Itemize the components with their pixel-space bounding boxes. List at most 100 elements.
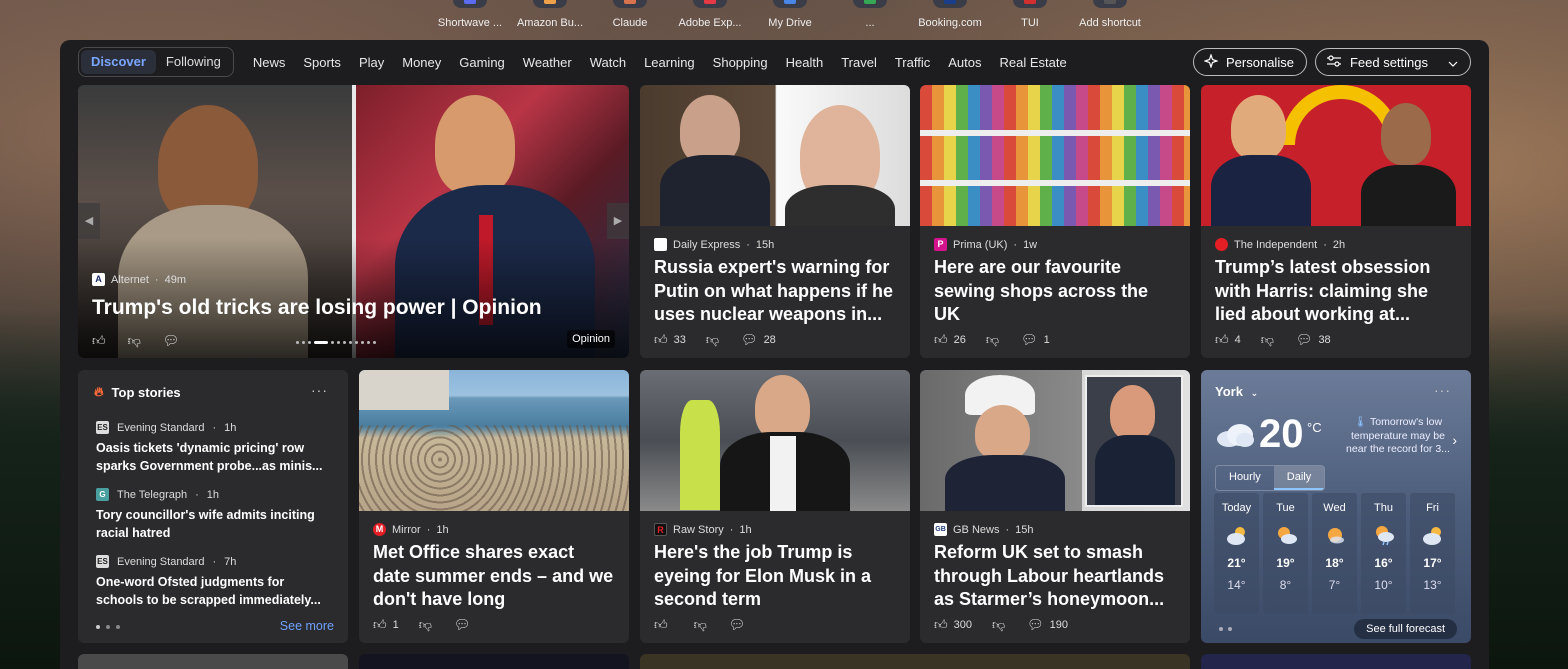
article-title[interactable]: Here's the job Trump is eyeing for Elon … — [654, 541, 896, 612]
like-icon[interactable]: 👍︎ — [934, 617, 948, 633]
story-item[interactable]: ES Evening Standard · 1h Oasis tickets 'dyn… — [96, 421, 330, 475]
news-card-partial[interactable] — [359, 654, 629, 669]
story-title[interactable]: Tory councillor's wife admits inciting r… — [96, 506, 330, 542]
personalise-button[interactable]: Personalise — [1193, 48, 1307, 76]
shortcuts-bar: Shortwave ... Amazon Bu... Claude Adobe … — [430, 0, 1150, 36]
shortcut-claude[interactable]: Claude — [590, 0, 670, 36]
dislike-icon[interactable]: 👎︎ — [419, 617, 432, 633]
nav-item-travel[interactable]: Travel — [841, 55, 877, 70]
news-card[interactable]: P Prima (UK) · 1w Here are our favourite… — [920, 85, 1190, 358]
tab-hourly[interactable]: Hourly — [1216, 466, 1274, 490]
dislike-icon[interactable]: 👎︎ — [986, 332, 999, 348]
shortcut-my-drive[interactable]: My Drive — [750, 0, 830, 36]
weather-location[interactable]: York ⌄ — [1215, 384, 1258, 399]
comment-icon[interactable]: 💬︎ — [454, 617, 471, 633]
news-card[interactable]: GB GB News · 15h Reform UK set to smash … — [920, 370, 1190, 643]
nav-item-real-estate[interactable]: Real Estate — [1000, 55, 1067, 70]
nav-item-shopping[interactable]: Shopping — [713, 55, 768, 70]
news-card[interactable]: The Independent · 2h Trump’s latest obse… — [1201, 85, 1471, 358]
comment-icon[interactable]: 💬︎ — [729, 617, 746, 633]
forecast-day[interactable]: Tue 19° 8° — [1263, 493, 1308, 614]
carousel-dots[interactable] — [296, 341, 376, 344]
tab-daily[interactable]: Daily — [1273, 466, 1325, 490]
news-card-partial[interactable] — [78, 654, 348, 669]
hero-title[interactable]: Trump's old tricks are losing power | Op… — [92, 295, 615, 321]
shortcut-adobe[interactable]: Adobe Exp... — [670, 0, 750, 36]
forecast-day[interactable]: Thu 16° 10° — [1361, 493, 1406, 614]
stories-page-dots[interactable] — [96, 625, 120, 629]
article-title[interactable]: Here are our favourite sewing shops acro… — [934, 256, 1176, 327]
story-title[interactable]: One-word Ofsted judgments for schools to… — [96, 573, 330, 609]
sun-cloud-icon — [1274, 524, 1298, 546]
category-nav: News Sports Play Money Gaming Weather Wa… — [244, 55, 1076, 70]
weather-card[interactable]: York ⌄ ··· 20 °C 🌡︎ Tomorrow's low tempe… — [1201, 370, 1471, 643]
nav-item-money[interactable]: Money — [402, 55, 441, 70]
news-card[interactable]: M Mirror · 1h Met Office shares exact da… — [359, 370, 629, 643]
sun-rain-icon — [1372, 524, 1396, 546]
comment-icon[interactable]: 💬︎ — [163, 333, 180, 349]
more-options-icon[interactable]: ··· — [1434, 382, 1451, 398]
forecast-day[interactable]: Wed 18° 7° — [1312, 493, 1357, 614]
nav-item-news[interactable]: News — [253, 55, 286, 70]
dislike-icon[interactable]: 👎︎ — [694, 617, 707, 633]
nav-item-play[interactable]: Play — [359, 55, 384, 70]
forecast-day[interactable]: Fri 17° 13° — [1410, 493, 1455, 614]
hero-carousel-card[interactable]: ◀ ▶ A Alternet · 49m Trump's old tricks … — [78, 85, 629, 358]
shortcut-booking[interactable]: Booking.com — [910, 0, 990, 36]
high-temp: 19° — [1276, 556, 1295, 570]
nav-item-gaming[interactable]: Gaming — [459, 55, 505, 70]
comment-icon[interactable]: 💬︎ — [1027, 617, 1044, 633]
like-icon[interactable]: 👍︎ — [934, 332, 948, 348]
news-card-partial[interactable] — [1201, 654, 1471, 669]
forecast-day[interactable]: Today 21° 14° — [1214, 493, 1259, 614]
like-icon[interactable]: 👍︎ — [654, 332, 668, 348]
shortcut-shortwave[interactable]: Shortwave ... — [430, 0, 510, 36]
nav-item-health[interactable]: Health — [786, 55, 824, 70]
tab-following[interactable]: Following — [156, 50, 231, 74]
tab-discover[interactable]: Discover — [81, 50, 156, 74]
more-options-icon[interactable]: ··· — [311, 382, 328, 398]
news-card[interactable]: Daily Express · 15h Russia expert's warn… — [640, 85, 910, 358]
article-title[interactable]: Met Office shares exact date summer ends… — [373, 541, 615, 612]
comment-icon[interactable]: 💬︎ — [1021, 332, 1038, 348]
nav-item-sports[interactable]: Sports — [303, 55, 341, 70]
nav-item-traffic[interactable]: Traffic — [895, 55, 930, 70]
article-age: 2h — [1332, 238, 1346, 251]
article-title[interactable]: Russia expert's warning for Putin on wha… — [654, 256, 896, 327]
like-icon[interactable]: 👍︎ — [373, 617, 387, 633]
add-shortcut-button[interactable]: Add shortcut — [1070, 0, 1150, 36]
article-age: 1w — [1023, 238, 1038, 251]
story-title[interactable]: Oasis tickets 'dynamic pricing' row spar… — [96, 439, 330, 475]
shortcut-unnamed[interactable]: ... — [830, 0, 910, 36]
nav-item-watch[interactable]: Watch — [590, 55, 626, 70]
like-icon[interactable]: 👍︎ — [92, 333, 106, 349]
see-full-forecast-button[interactable]: See full forecast — [1354, 619, 1457, 639]
dislike-icon[interactable]: 👎︎ — [992, 617, 1005, 633]
comment-icon[interactable]: 💬︎ — [741, 332, 758, 348]
weather-page-dots[interactable] — [1219, 627, 1232, 631]
article-title[interactable]: Reform UK set to smash through Labour he… — [934, 541, 1176, 612]
like-icon[interactable]: 👍︎ — [654, 617, 668, 633]
news-card[interactable]: R Raw Story · 1h Here's the job Trump is… — [640, 370, 910, 643]
nav-item-weather[interactable]: Weather — [523, 55, 572, 70]
comment-icon[interactable]: 💬︎ — [1296, 332, 1313, 348]
news-card-partial[interactable] — [640, 654, 1190, 669]
see-more-link[interactable]: See more — [280, 619, 334, 633]
feed-settings-button[interactable]: Feed settings — [1314, 48, 1471, 76]
dislike-icon[interactable]: 👎︎ — [706, 332, 719, 348]
nav-item-learning[interactable]: Learning — [644, 55, 695, 70]
like-icon[interactable]: 👍︎ — [1215, 332, 1229, 348]
story-item[interactable]: G The Telegraph · 1h Tory councillor's wife… — [96, 488, 330, 542]
story-item[interactable]: ES Evening Standard · 7h One-word Ofsted ju… — [96, 555, 330, 609]
nav-item-autos[interactable]: Autos — [948, 55, 981, 70]
chevron-right-icon[interactable]: › — [1452, 432, 1457, 448]
article-title[interactable]: Trump’s latest obsession with Harris: cl… — [1215, 256, 1457, 327]
dislike-icon[interactable]: 👎︎ — [128, 333, 141, 349]
dislike-icon[interactable]: 👎︎ — [1261, 332, 1274, 348]
shortcut-tui[interactable]: TUI — [990, 0, 1070, 36]
weather-alert[interactable]: 🌡︎ Tomorrow's low temperature may be nea… — [1345, 416, 1451, 457]
shortcut-amazon[interactable]: Amazon Bu... — [510, 0, 590, 36]
carousel-prev-button[interactable]: ◀ — [78, 203, 100, 239]
carousel-next-button[interactable]: ▶ — [607, 203, 629, 239]
evening-standard-logo-icon: ES — [96, 555, 109, 568]
